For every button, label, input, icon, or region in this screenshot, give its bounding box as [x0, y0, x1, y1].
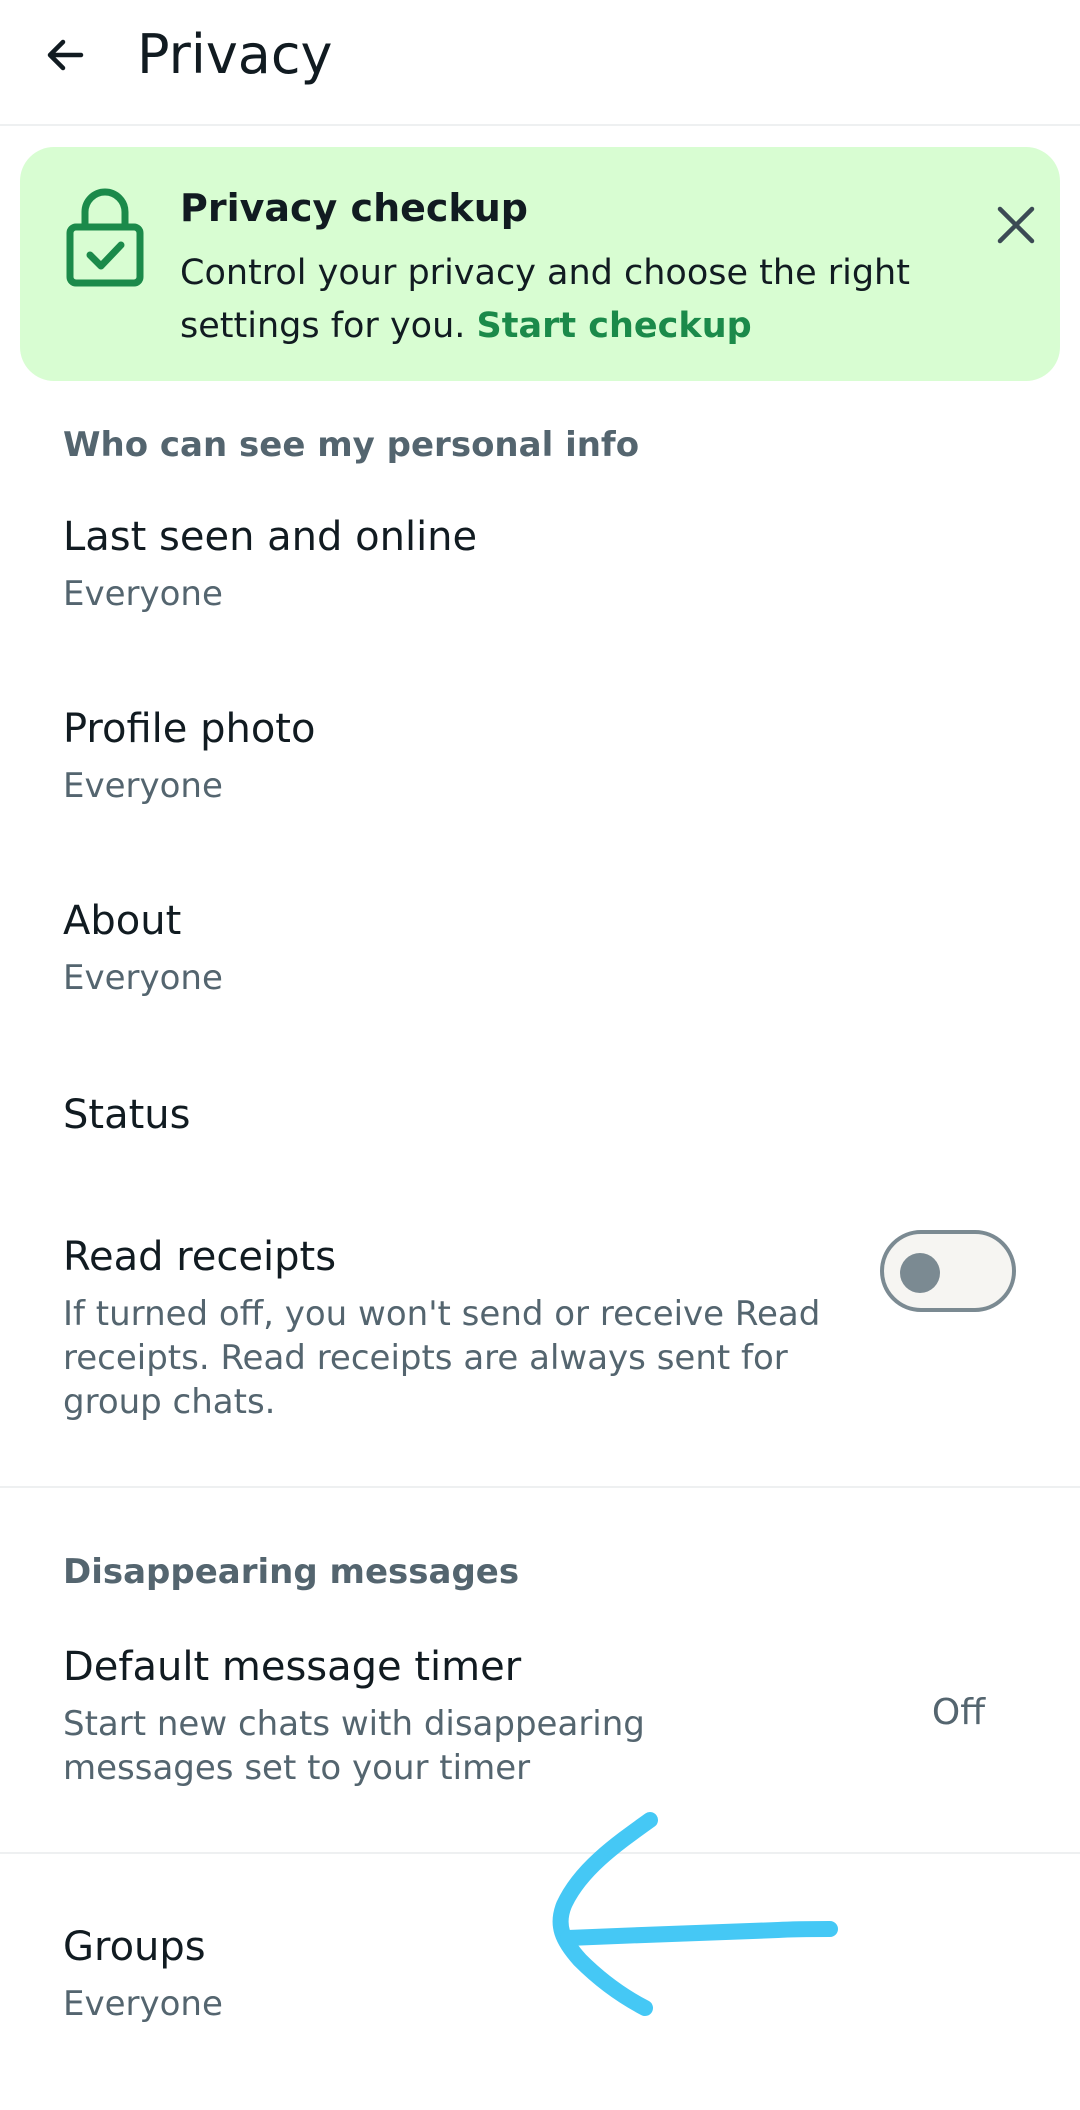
read-receipts-toggle[interactable]	[880, 1230, 1016, 1312]
section-header-personal-info: Who can see my personal info	[63, 425, 640, 465]
close-icon	[997, 206, 1035, 244]
page-title: Privacy	[137, 23, 333, 86]
banner-title: Privacy checkup	[180, 186, 528, 230]
start-checkup-link[interactable]: Start checkup	[477, 306, 752, 346]
row-title: Read receipts	[63, 1234, 337, 1280]
privacy-checkup-banner[interactable]: Privacy checkup Control your privacy and…	[20, 147, 1060, 381]
row-value: Everyone	[63, 766, 223, 806]
back-button[interactable]	[30, 20, 100, 90]
row-title: Default message timer	[63, 1644, 522, 1690]
row-title: Last seen and online	[63, 514, 478, 560]
row-value: Everyone	[63, 574, 223, 614]
hand-drawn-arrow-left-icon	[552, 1812, 838, 2016]
row-value: Everyone	[63, 1984, 223, 2024]
profile-photo-row[interactable]: Profile photo Everyone	[0, 682, 1080, 852]
about-row[interactable]: About Everyone	[0, 874, 1080, 1044]
status-row[interactable]: Status	[0, 1068, 1080, 1198]
row-description: If turned off, you won't send or receive…	[63, 1294, 821, 1422]
row-value: Everyone	[63, 958, 223, 998]
toggle-knob	[900, 1253, 940, 1293]
row-title: About	[63, 898, 182, 944]
arrow-left-icon	[47, 39, 84, 71]
row-title: Status	[63, 1092, 191, 1138]
row-title: Profile photo	[63, 706, 316, 752]
last-seen-row[interactable]: Last seen and online Everyone	[0, 490, 1080, 660]
timer-value: Off	[931, 1692, 985, 1733]
row-title: Groups	[63, 1924, 206, 1970]
row-description: Start new chats with disappearing messag…	[63, 1704, 645, 1788]
banner-body: Control your privacy and choose the righ…	[180, 247, 1060, 353]
section-header-disappearing: Disappearing messages	[63, 1552, 520, 1592]
lock-check-icon	[66, 188, 144, 287]
close-banner-button[interactable]	[973, 182, 1059, 268]
section-divider	[0, 1486, 1080, 1488]
app-bar: Privacy	[0, 0, 1080, 126]
